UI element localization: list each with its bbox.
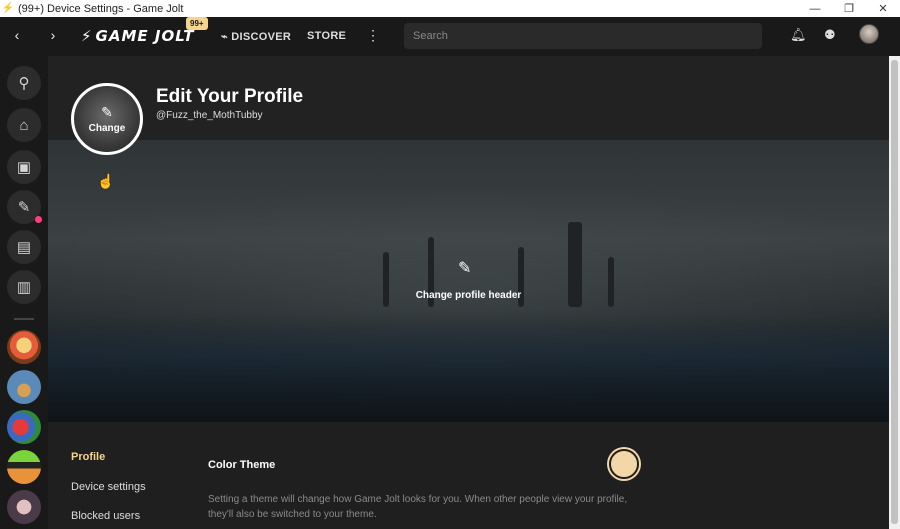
color-theme-swatch[interactable] [609, 449, 639, 479]
community-avatar[interactable] [7, 370, 41, 404]
settings-menu-blocked-users[interactable]: Blocked users [71, 510, 140, 522]
window-controls: — ❐ ✕ [798, 0, 900, 17]
settings-section: Profile Device settings Blocked users Co… [48, 422, 889, 529]
main-content: Edit Your Profile @Fuzz_the_MothTubby ✎ … [48, 56, 889, 529]
back-arrow-icon[interactable]: ‹ [8, 27, 26, 43]
store-link[interactable]: STORE [307, 30, 346, 42]
discover-label: DISCOVER [231, 31, 292, 43]
color-theme-description: Setting a theme will change how Game Jol… [208, 494, 628, 520]
notification-count-badge: 99+ [186, 17, 208, 30]
settings-menu-device-settings[interactable]: Device settings [71, 481, 146, 493]
bell-icon[interactable]: 🔔︎ [790, 27, 807, 43]
backpack-icon[interactable]: ▣ [7, 150, 41, 184]
profile-username: @Fuzz_the_MothTubby [156, 110, 263, 121]
forward-arrow-icon[interactable]: › [44, 27, 62, 43]
background-ground [48, 312, 889, 422]
sidebar-divider [14, 318, 34, 320]
compass-icon: ⌁ [221, 31, 232, 43]
discover-link[interactable]: ⌁ DISCOVER [221, 30, 291, 43]
community-avatar[interactable] [7, 330, 41, 364]
community-avatar[interactable] [7, 450, 41, 484]
store-icon[interactable]: ⌂ [7, 108, 41, 142]
pencil-icon: ✎ [101, 104, 113, 120]
profile-avatar-change-button[interactable]: ✎ Change [71, 83, 143, 155]
color-theme-heading: Color Theme [208, 459, 276, 471]
more-menu-icon[interactable]: ⋮ [366, 27, 380, 44]
profile-header-bar: Edit Your Profile @Fuzz_the_MothTubby [48, 56, 889, 140]
gamejolt-app-icon: ⚡ [1, 3, 15, 14]
library-icon[interactable]: ▥ [7, 270, 41, 304]
window-titlebar: ⚡ (99+) Device Settings - Game Jolt — ❐ … [0, 0, 900, 17]
friends-icon[interactable]: ⚉ [824, 27, 836, 43]
user-avatar[interactable] [859, 24, 879, 44]
restore-button[interactable]: ❐ [832, 0, 866, 17]
settings-menu-profile[interactable]: Profile [71, 451, 105, 463]
hand-cursor-icon: ☝ [97, 173, 115, 189]
minimize-button[interactable]: — [798, 0, 832, 17]
change-header-label: Change profile header [415, 290, 522, 301]
top-navigation: ‹ › ⚡GAME JOLT 99+ ⌁ DISCOVER STORE ⋮ 🔔︎… [0, 17, 900, 56]
notification-dot [35, 216, 42, 223]
pencil-icon: ✎ [458, 260, 472, 277]
bolt-icon: ⚡ [81, 27, 93, 45]
search-input[interactable] [404, 23, 762, 49]
window-title: (99+) Device Settings - Game Jolt [18, 2, 184, 15]
page-title: Edit Your Profile [156, 86, 304, 107]
avatar-change-label: Change [88, 123, 126, 134]
left-sidebar: ⚲ ⌂ ▣ ✎ ▤ ▥ [0, 56, 48, 529]
community-avatar[interactable] [7, 410, 41, 444]
chat-icon[interactable]: ▤ [7, 230, 41, 264]
logo-text: GAME JOLT [95, 27, 195, 45]
scrollbar-thumb[interactable] [891, 60, 898, 524]
close-button[interactable]: ✕ [866, 0, 900, 17]
page-scrollbar[interactable] [889, 56, 900, 529]
gamejolt-logo[interactable]: ⚡ GAME JOLT [81, 27, 195, 45]
lightbulb-icon[interactable]: ⚲ [7, 66, 41, 100]
profile-header-banner[interactable]: ✎ Change profile header [48, 140, 889, 422]
community-avatar[interactable] [7, 490, 41, 524]
